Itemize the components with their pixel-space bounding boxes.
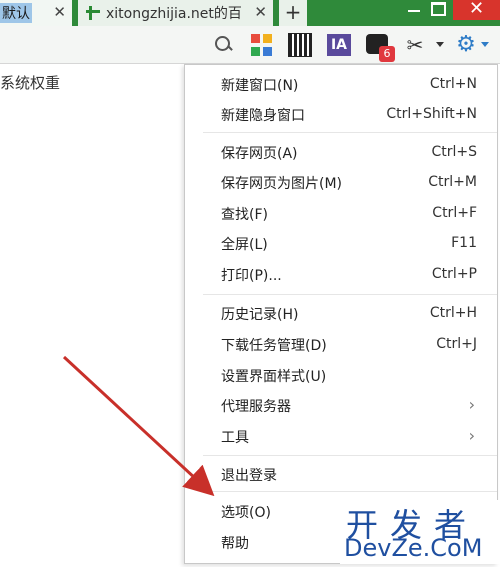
menu-item-new-window[interactable]: 新建窗口(N) Ctrl+N: [185, 69, 497, 99]
tab-default[interactable]: 默认 ✕: [0, 0, 72, 26]
menu-item-label: 新建隐身窗口: [221, 108, 305, 124]
menu-item-shortcut: Ctrl+M: [428, 174, 477, 190]
tab-title: 默认: [0, 3, 32, 23]
menu-item-label: 打印(P)...: [221, 268, 282, 284]
menu-item-shortcut: Ctrl+F: [432, 205, 477, 221]
apps-grid-icon[interactable]: [251, 34, 273, 56]
menu-item-label: 查找(F): [221, 207, 268, 223]
menu-divider: [203, 491, 497, 492]
menu-item-label: 新建窗口(N): [221, 78, 299, 94]
tab-strip: 默认 ✕ xitongzhijia.net的百 ✕ + ✕: [0, 0, 500, 26]
menu-item-print[interactable]: 打印(P)... Ctrl+P: [185, 259, 497, 289]
settings-menu: 新建窗口(N) Ctrl+N 新建隐身窗口 Ctrl+Shift+N 保存网页(…: [184, 64, 498, 564]
tab-close-icon[interactable]: ✕: [53, 3, 66, 21]
ia-extension-icon[interactable]: IA: [327, 34, 351, 56]
menu-item-label: 全屏(L): [221, 237, 268, 253]
menu-item-shortcut: Ctrl+Shift+N: [386, 106, 477, 122]
tab-title: xitongzhijia.net的百: [106, 6, 242, 22]
menu-item-shortcut: Ctrl+N: [429, 76, 477, 92]
new-tab-button[interactable]: +: [279, 0, 307, 26]
menu-item-shortcut: Ctrl+H: [429, 305, 477, 321]
menu-item-ui-style[interactable]: 设置界面样式(U): [185, 360, 497, 390]
menu-item-label: 退出登录: [221, 468, 277, 484]
notification-badge: 6: [379, 46, 395, 62]
chevron-right-icon: ›: [468, 395, 475, 414]
apps-tile: [251, 34, 260, 43]
menu-item-tools[interactable]: 工具 ›: [185, 421, 497, 451]
menu-item-logout[interactable]: 退出登录: [185, 459, 497, 489]
menu-item-shortcut: Ctrl+P: [431, 266, 477, 282]
chevron-right-icon: ›: [468, 426, 475, 445]
menu-item-fullscreen[interactable]: 全屏(L) F11: [185, 228, 497, 258]
menu-item-label: 保存网页为图片(M): [221, 176, 343, 192]
page-sidebar-text: 系统权重: [0, 74, 61, 92]
menu-divider: [203, 455, 497, 456]
menu-item-history[interactable]: 历史记录(H) Ctrl+H: [185, 298, 497, 328]
apps-tile: [263, 34, 272, 43]
menu-item-save-page[interactable]: 保存网页(A) Ctrl+S: [185, 137, 497, 167]
tab-xitongzhijia[interactable]: xitongzhijia.net的百 ✕: [78, 0, 273, 26]
qr-code-icon[interactable]: [288, 33, 312, 57]
watermark-site-text: DevZe.CoM: [344, 534, 483, 562]
menu-item-label: 帮助: [221, 536, 249, 552]
menu-item-downloads[interactable]: 下载任务管理(D) Ctrl+J: [185, 329, 497, 359]
menu-item-shortcut: Ctrl+S: [431, 144, 477, 160]
browser-toolbar: IA 6 ✂ ⚙: [0, 26, 500, 64]
menu-item-shortcut: F11: [451, 235, 477, 251]
menu-item-label: 历史记录(H): [221, 307, 299, 323]
close-window-button[interactable]: ✕: [453, 0, 500, 20]
menu-item-label: 工具: [221, 430, 249, 446]
menu-item-label: 下载任务管理(D): [221, 338, 327, 354]
menu-item-label: 代理服务器: [221, 399, 291, 415]
site-favicon-icon: [86, 6, 100, 20]
menu-item-label: 设置界面样式(U): [221, 369, 327, 385]
apps-tile: [263, 46, 272, 56]
menu-item-label: 保存网页(A): [221, 146, 298, 162]
menu-divider: [203, 294, 497, 295]
search-icon[interactable]: [213, 34, 235, 56]
apps-tile: [251, 46, 260, 56]
menu-item-find[interactable]: 查找(F) Ctrl+F: [185, 198, 497, 228]
menu-item-new-incognito-window[interactable]: 新建隐身窗口 Ctrl+Shift+N: [185, 99, 497, 129]
menu-item-shortcut: Ctrl+J: [436, 336, 477, 352]
chevron-down-icon[interactable]: [436, 42, 444, 47]
menu-item-label: 选项(O): [221, 505, 271, 521]
maximize-window-button[interactable]: [425, 0, 451, 20]
menu-item-proxy-server[interactable]: 代理服务器 ›: [185, 390, 497, 420]
watermark-logo: 开发者 DevZe.CoM: [340, 500, 500, 564]
tab-close-icon[interactable]: ✕: [254, 3, 267, 21]
chevron-down-icon[interactable]: [481, 42, 489, 47]
menu-divider: [203, 132, 497, 133]
menu-item-save-as-image[interactable]: 保存网页为图片(M) Ctrl+M: [185, 167, 497, 197]
gear-icon[interactable]: ⚙: [455, 34, 477, 56]
scissors-icon[interactable]: ✂: [404, 34, 426, 56]
